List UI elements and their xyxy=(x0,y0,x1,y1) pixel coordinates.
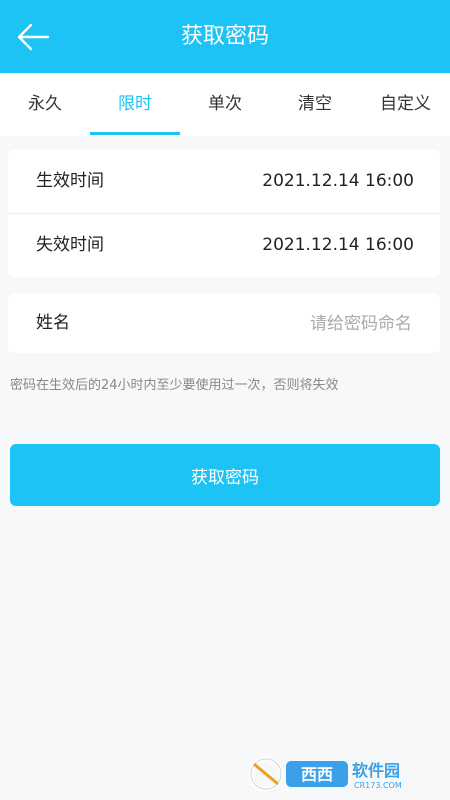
time-card: 生效时间 2021.12.14 16:00 失效时间 2021.12.14 16… xyxy=(8,150,440,277)
tab-clear[interactable]: 清空 xyxy=(270,73,360,136)
tab-permanent[interactable]: 永久 xyxy=(0,73,90,136)
start-time-label: 生效时间 xyxy=(36,171,104,191)
end-time-value: 2021.12.14 16:00 xyxy=(262,235,414,255)
watermark-logo: 西西 软件园 CR173.COM xyxy=(246,756,436,792)
page-title: 获取密码 xyxy=(180,24,269,49)
end-time-row[interactable]: 失效时间 2021.12.14 16:00 xyxy=(8,214,440,277)
tab-limited-time[interactable]: 限时 xyxy=(90,73,180,136)
start-time-row[interactable]: 生效时间 2021.12.14 16:00 xyxy=(8,150,440,214)
active-tab-indicator xyxy=(90,132,180,135)
name-label: 姓名 xyxy=(36,313,70,333)
end-time-label: 失效时间 xyxy=(36,235,104,255)
tab-custom[interactable]: 自定义 xyxy=(364,73,450,136)
name-input[interactable] xyxy=(150,305,414,343)
svg-text:西西: 西西 xyxy=(301,765,333,784)
tab-bar: 永久 限时 单次 清空 自定义 xyxy=(0,73,450,136)
start-time-value: 2021.12.14 16:00 xyxy=(262,171,414,191)
svg-text:软件园: 软件园 xyxy=(352,761,400,780)
get-password-button[interactable]: 获取密码 xyxy=(10,444,440,506)
hint-text: 密码在生效后的24小时内至少要使用过一次，否则将失效 xyxy=(10,378,339,393)
name-card: 姓名 xyxy=(8,293,440,353)
svg-text:CR173.COM: CR173.COM xyxy=(354,781,402,790)
name-row: 姓名 xyxy=(8,293,440,353)
app-header: 获取密码 xyxy=(0,0,450,73)
tab-single-use[interactable]: 单次 xyxy=(180,73,270,136)
